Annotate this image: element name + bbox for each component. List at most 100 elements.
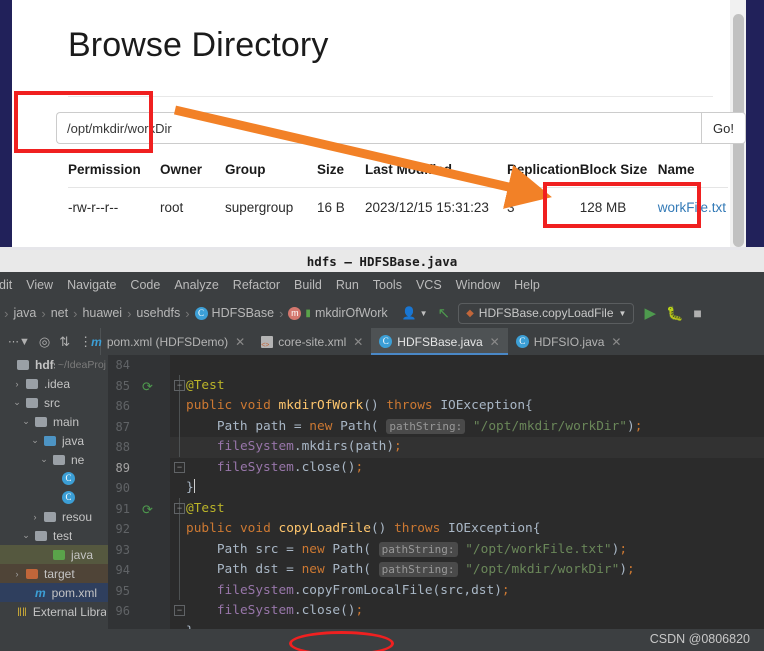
cell-permission: -rw-r--r-- (68, 187, 160, 225)
code-line-91: public void copyLoadFile() throws IOExce… (186, 521, 541, 536)
tree-item-path: ~/IdeaProj (57, 358, 106, 371)
breadcrumb-label: mkdirOfWork (314, 306, 388, 320)
java-class-icon: C (515, 335, 529, 348)
menu-tools[interactable]: Tools (366, 278, 409, 292)
line-number-87: 87 (115, 419, 130, 434)
chevron-right-icon[interactable]: › (11, 379, 23, 389)
breadcrumb-huawei[interactable]: huawei (78, 306, 126, 320)
close-icon[interactable]: ✕ (235, 335, 245, 349)
run-test-gutter-icon-2[interactable]: ⟳ (142, 503, 156, 517)
run-test-gutter-icon-1[interactable]: ⟳ (142, 380, 156, 394)
chevron-down-icon[interactable]: ⌄ (11, 397, 23, 408)
close-icon[interactable]: ✕ (611, 335, 621, 349)
menu-window[interactable]: Window (449, 278, 507, 292)
code-line-86: Path path = new Path( pathString: "/opt/… (186, 418, 643, 434)
run-configuration-selector[interactable]: ◆ HDFSBase.copyLoadFile ▼ (458, 302, 635, 324)
line-number-89: 89 (115, 460, 130, 475)
menu-vcs[interactable]: VCS (409, 278, 449, 292)
menu-help[interactable]: Help (507, 278, 547, 292)
tree-item-externallibrarie-13[interactable]: ‖‖ External Librarie (0, 602, 108, 621)
line-number-94: 94 (115, 563, 130, 577)
breadcrumb-mkdirOfWork[interactable]: m ▮ mkdirOfWork (284, 306, 391, 320)
breadcrumb-usehdfs[interactable]: usehdfs (132, 306, 184, 320)
editor-gutter[interactable]: 84 85 86 87 88 89 90 91 92 93 94 95 96 (108, 355, 170, 651)
line-number-84: 84 (115, 358, 130, 372)
chevron-down-icon[interactable]: ⌄ (29, 435, 41, 446)
update-project-icon[interactable]: ↖ (438, 304, 451, 322)
editor-tab-core-site-xml[interactable]: core-site.xml ✕ (253, 328, 371, 355)
expand-all-icon[interactable]: ⇅ (59, 334, 70, 350)
tree-item-test-9[interactable]: ⌄ test (0, 526, 108, 545)
breadcrumb-java[interactable]: java (9, 306, 40, 320)
editor-tab-hdfsbase-java[interactable]: C HDFSBase.java ✕ (371, 328, 509, 355)
code-editor[interactable]: 84 85 86 87 88 89 90 91 92 93 94 95 96 − − − − ⟳ ⟳ @… (108, 355, 764, 651)
tree-item-resou-8[interactable]: › resou (0, 507, 108, 526)
menu-refactor[interactable]: Refactor (226, 278, 287, 292)
fold-marker-open-1[interactable]: − (174, 380, 185, 391)
breadcrumb-HDFSBase[interactable]: C HDFSBase (191, 306, 279, 320)
tree-item-pomxml-12[interactable]: m pom.xml (0, 583, 108, 602)
breadcrumb-label: net (50, 306, 69, 320)
run-config-label: HDFSBase.copyLoadFile (478, 306, 614, 320)
close-icon[interactable]: ✕ (353, 335, 363, 349)
chevron-right-icon[interactable]: › (11, 569, 23, 579)
breadcrumb-net[interactable]: net (47, 306, 72, 320)
fold-marker-open-2[interactable]: − (174, 503, 185, 514)
chevron-down-icon[interactable]: ⌄ (20, 530, 32, 541)
java-class-icon: C (194, 306, 208, 320)
editor-tab-strip: ⋯▼ ◎ ⇅ ⋮ mpom.xml (HDFSDemo)✕core-site.x… (0, 328, 764, 355)
tree-item-idea-1[interactable]: › .idea (0, 374, 108, 393)
menu-code[interactable]: Code (123, 278, 167, 292)
line-number-95: 95 (115, 583, 130, 598)
ide-menubar: dit View Navigate Code Analyze Refactor Build R… (0, 272, 756, 298)
java-class-icon: C (62, 472, 75, 485)
editor-tab-label: HDFSIO.java (533, 334, 605, 349)
tree-item-label: target (44, 566, 75, 581)
debug-icon[interactable]: 🐛 (666, 305, 683, 322)
close-icon[interactable]: ✕ (490, 335, 500, 349)
editor-tab-pom-xml[interactable]: m pom.xml (HDFSDemo) ✕ (83, 328, 253, 355)
xml-icon (261, 335, 274, 349)
editor-tab-hdfsio-java[interactable]: C HDFSIO.java ✕ (508, 328, 630, 355)
tree-item-label: resou (62, 509, 93, 524)
fold-marker-close-2[interactable]: − (174, 605, 185, 616)
menu-view[interactable]: View (19, 278, 60, 292)
locate-icon[interactable]: ◎ (39, 334, 50, 350)
project-tree: hdfs ~/IdeaProj › .idea ⌄ src ⌄ main ⌄ java ⌄ ne CC… (0, 355, 108, 651)
go-button[interactable]: Go! (701, 112, 746, 144)
menu-navigate[interactable]: Navigate (60, 278, 123, 292)
run-icon[interactable]: ▶ (644, 304, 656, 322)
tree-item-target-11[interactable]: › target (0, 564, 108, 583)
menu-build[interactable]: Build (287, 278, 329, 292)
folder-icon (26, 378, 38, 389)
tree-item-src-2[interactable]: ⌄ src (0, 393, 108, 412)
tree-item-main-3[interactable]: ⌄ main (0, 412, 108, 431)
tree-item-javaclassicon-7[interactable]: C (0, 488, 108, 507)
column-header-permission: Permission (68, 162, 141, 177)
maven-icon: m (35, 585, 46, 600)
tree-item-ne-5[interactable]: ⌄ ne (0, 450, 108, 469)
chevron-down-icon[interactable]: ⌄ (38, 454, 50, 465)
target-folder-icon (26, 568, 38, 579)
code-line-92: Path src = new Path( pathString: "/opt/w… (186, 541, 628, 557)
code-line-88: fileSystem.close(); (216, 459, 364, 475)
more-icon[interactable]: ⋯▼ (8, 335, 30, 348)
tree-item-java-10[interactable]: java (0, 545, 108, 564)
code-line-85: public void mkdirOfWork() throws IOExcep… (186, 398, 533, 413)
tree-item-java-4[interactable]: ⌄ java (0, 431, 108, 450)
tree-item-label: hdfs (35, 357, 55, 372)
chevron-right-icon[interactable]: › (29, 512, 41, 522)
menu-dit[interactable]: dit (0, 278, 19, 292)
menu-run[interactable]: Run (329, 278, 366, 292)
menu-analyze[interactable]: Analyze (167, 278, 225, 292)
stop-icon[interactable]: ■ (693, 305, 701, 321)
page-title: Browse Directory (68, 26, 329, 64)
code-text[interactable]: @Test public void mkdirOfWork() throws IO… (186, 355, 764, 651)
chevron-down-icon[interactable]: ⌄ (20, 416, 32, 427)
profile-icon[interactable]: 👤 ▼ (402, 306, 428, 320)
tree-item-hdfs-0[interactable]: hdfs ~/IdeaProj (0, 355, 108, 374)
tree-item-javaclassicon-6[interactable]: C (0, 469, 108, 488)
tree-item-label: test (53, 528, 73, 543)
line-number-91: 91 (115, 501, 130, 516)
fold-marker-close-1[interactable]: − (174, 462, 185, 473)
